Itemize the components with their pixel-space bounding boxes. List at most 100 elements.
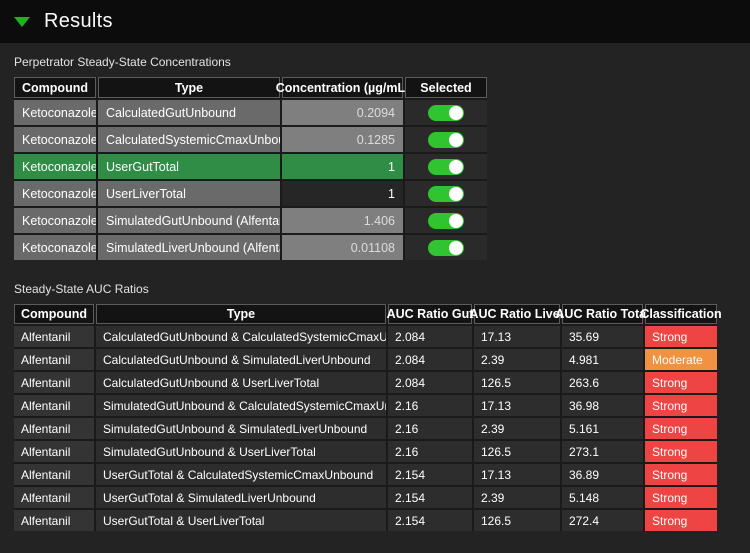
auc-ratio-total-cell: 36.98 (562, 395, 643, 416)
auc-ratio-total-cell: 35.69 (562, 326, 643, 347)
column-header-concentration: Concentration (µg/mL) (282, 77, 403, 98)
auc-ratio-gut-cell: 2.154 (388, 487, 472, 508)
type-cell: SimulatedGutUnbound & CalculatedSystemic… (96, 395, 386, 416)
type-cell: CalculatedSystemicCmaxUnbound (98, 127, 280, 152)
concentration-cell[interactable]: 1 (282, 181, 403, 206)
toggle-knob (449, 241, 463, 255)
table-row[interactable]: Ketoconazole SimulatedGutUnbound (Alfent… (14, 208, 487, 233)
auc-ratio-liver-cell: 2.39 (474, 487, 560, 508)
table-row: Alfentanil UserGutTotal & CalculatedSyst… (14, 464, 717, 485)
type-cell: UserGutTotal & UserLiverTotal (96, 510, 386, 531)
selected-toggle[interactable] (428, 240, 464, 256)
auc-ratio-total-cell: 36.89 (562, 464, 643, 485)
auc-ratio-total-cell: 272.4 (562, 510, 643, 531)
auc-ratio-total-cell: 4.981 (562, 349, 643, 370)
classification-badge: Strong (645, 326, 717, 347)
table-row[interactable]: Ketoconazole SimulatedLiverUnbound (Alfe… (14, 235, 487, 260)
auc-ratio-liver-cell: 17.13 (474, 464, 560, 485)
type-cell: CalculatedGutUnbound & SimulatedLiverUnb… (96, 349, 386, 370)
compound-cell: Ketoconazole (14, 181, 96, 206)
type-cell: UserGutTotal & CalculatedSystemicCmaxUnb… (96, 464, 386, 485)
results-section-header[interactable]: Results (0, 0, 750, 43)
auc-ratio-gut-cell: 2.084 (388, 326, 472, 347)
auc-ratio-total-cell: 263.6 (562, 372, 643, 393)
column-header-type: Type (96, 304, 386, 324)
classification-badge: Strong (645, 464, 717, 485)
auc-ratio-liver-cell: 2.39 (474, 349, 560, 370)
auc-ratio-liver-cell: 17.13 (474, 395, 560, 416)
selected-toggle[interactable] (428, 132, 464, 148)
concentration-cell[interactable]: 0.01108 (282, 235, 403, 260)
compound-cell: Ketoconazole (14, 235, 96, 260)
auc-table-header: Compound Type AUC Ratio Gut AUC Ratio Li… (14, 304, 717, 324)
toggle-knob (449, 106, 463, 120)
auc-ratio-liver-cell: 126.5 (474, 441, 560, 462)
concentration-cell[interactable]: 0.2094 (282, 100, 403, 125)
selected-toggle[interactable] (428, 186, 464, 202)
type-cell: CalculatedGutUnbound (98, 100, 280, 125)
concentration-cell[interactable]: 0.1285 (282, 127, 403, 152)
selected-cell (405, 181, 487, 206)
compound-cell: Ketoconazole (14, 100, 96, 125)
column-header-type: Type (98, 77, 280, 98)
collapse-triangle-icon[interactable] (14, 17, 30, 27)
compound-cell: Alfentanil (14, 464, 94, 485)
table-row: Alfentanil CalculatedGutUnbound & Simula… (14, 349, 717, 370)
column-header-selected: Selected (405, 77, 487, 98)
concentration-cell[interactable]: 1 (282, 154, 403, 179)
table-row[interactable]: Ketoconazole UserLiverTotal 1 (14, 181, 487, 206)
compound-cell: Alfentanil (14, 487, 94, 508)
auc-ratios-table: Compound Type AUC Ratio Gut AUC Ratio Li… (14, 304, 717, 531)
results-content: Perpetrator Steady-State Concentrations … (0, 43, 750, 531)
table-row[interactable]: Ketoconazole CalculatedSystemicCmaxUnbou… (14, 127, 487, 152)
concentration-cell[interactable]: 1.406 (282, 208, 403, 233)
column-header-compound: Compound (14, 77, 96, 98)
classification-badge: Strong (645, 418, 717, 439)
toggle-knob (449, 160, 463, 174)
column-header-auc-ratio-liver: AUC Ratio Liver (474, 304, 560, 324)
toggle-knob (449, 133, 463, 147)
type-cell: SimulatedGutUnbound (Alfentanil) (98, 208, 280, 233)
type-cell: CalculatedGutUnbound & UserLiverTotal (96, 372, 386, 393)
table-row: Alfentanil CalculatedGutUnbound & UserLi… (14, 372, 717, 393)
table-row: Alfentanil SimulatedGutUnbound & UserLiv… (14, 441, 717, 462)
selected-toggle[interactable] (428, 159, 464, 175)
auc-ratio-gut-cell: 2.084 (388, 349, 472, 370)
compound-cell: Alfentanil (14, 349, 94, 370)
table-row[interactable]: Ketoconazole UserGutTotal 1 (14, 154, 487, 179)
selected-cell (405, 208, 487, 233)
type-cell: UserGutTotal & SimulatedLiverUnbound (96, 487, 386, 508)
selected-toggle[interactable] (428, 213, 464, 229)
toggle-knob (449, 214, 463, 228)
classification-badge: Strong (645, 395, 717, 416)
auc-ratio-liver-cell: 126.5 (474, 510, 560, 531)
selected-cell (405, 235, 487, 260)
concentrations-table-header: Compound Type Concentration (µg/mL) Sele… (14, 77, 487, 98)
table-row: Alfentanil CalculatedGutUnbound & Calcul… (14, 326, 717, 347)
auc-ratio-gut-cell: 2.154 (388, 464, 472, 485)
auc-ratio-total-cell: 5.148 (562, 487, 643, 508)
compound-cell: Alfentanil (14, 418, 94, 439)
page-title: Results (44, 10, 113, 33)
table-row: Alfentanil SimulatedGutUnbound & Simulat… (14, 418, 717, 439)
selected-cell (405, 154, 487, 179)
auc-ratio-liver-cell: 126.5 (474, 372, 560, 393)
concentrations-table: Compound Type Concentration (µg/mL) Sele… (14, 77, 487, 260)
table-row[interactable]: Ketoconazole CalculatedGutUnbound 0.2094 (14, 100, 487, 125)
table-row: Alfentanil UserGutTotal & SimulatedLiver… (14, 487, 717, 508)
table-row: Alfentanil UserGutTotal & UserLiverTotal… (14, 510, 717, 531)
classification-badge: Strong (645, 441, 717, 462)
selected-toggle[interactable] (428, 105, 464, 121)
auc-table-title: Steady-State AUC Ratios (14, 282, 736, 296)
compound-cell: Alfentanil (14, 395, 94, 416)
compound-cell: Ketoconazole (14, 154, 96, 179)
column-header-classification: Classification (645, 304, 717, 324)
column-header-compound: Compound (14, 304, 94, 324)
type-cell: CalculatedGutUnbound & CalculatedSystemi… (96, 326, 386, 347)
compound-cell: Ketoconazole (14, 127, 96, 152)
auc-ratio-total-cell: 273.1 (562, 441, 643, 462)
compound-cell: Alfentanil (14, 326, 94, 347)
concentrations-table-title: Perpetrator Steady-State Concentrations (14, 55, 736, 69)
auc-ratio-gut-cell: 2.154 (388, 510, 472, 531)
type-cell: SimulatedLiverUnbound (Alfentanil) (98, 235, 280, 260)
